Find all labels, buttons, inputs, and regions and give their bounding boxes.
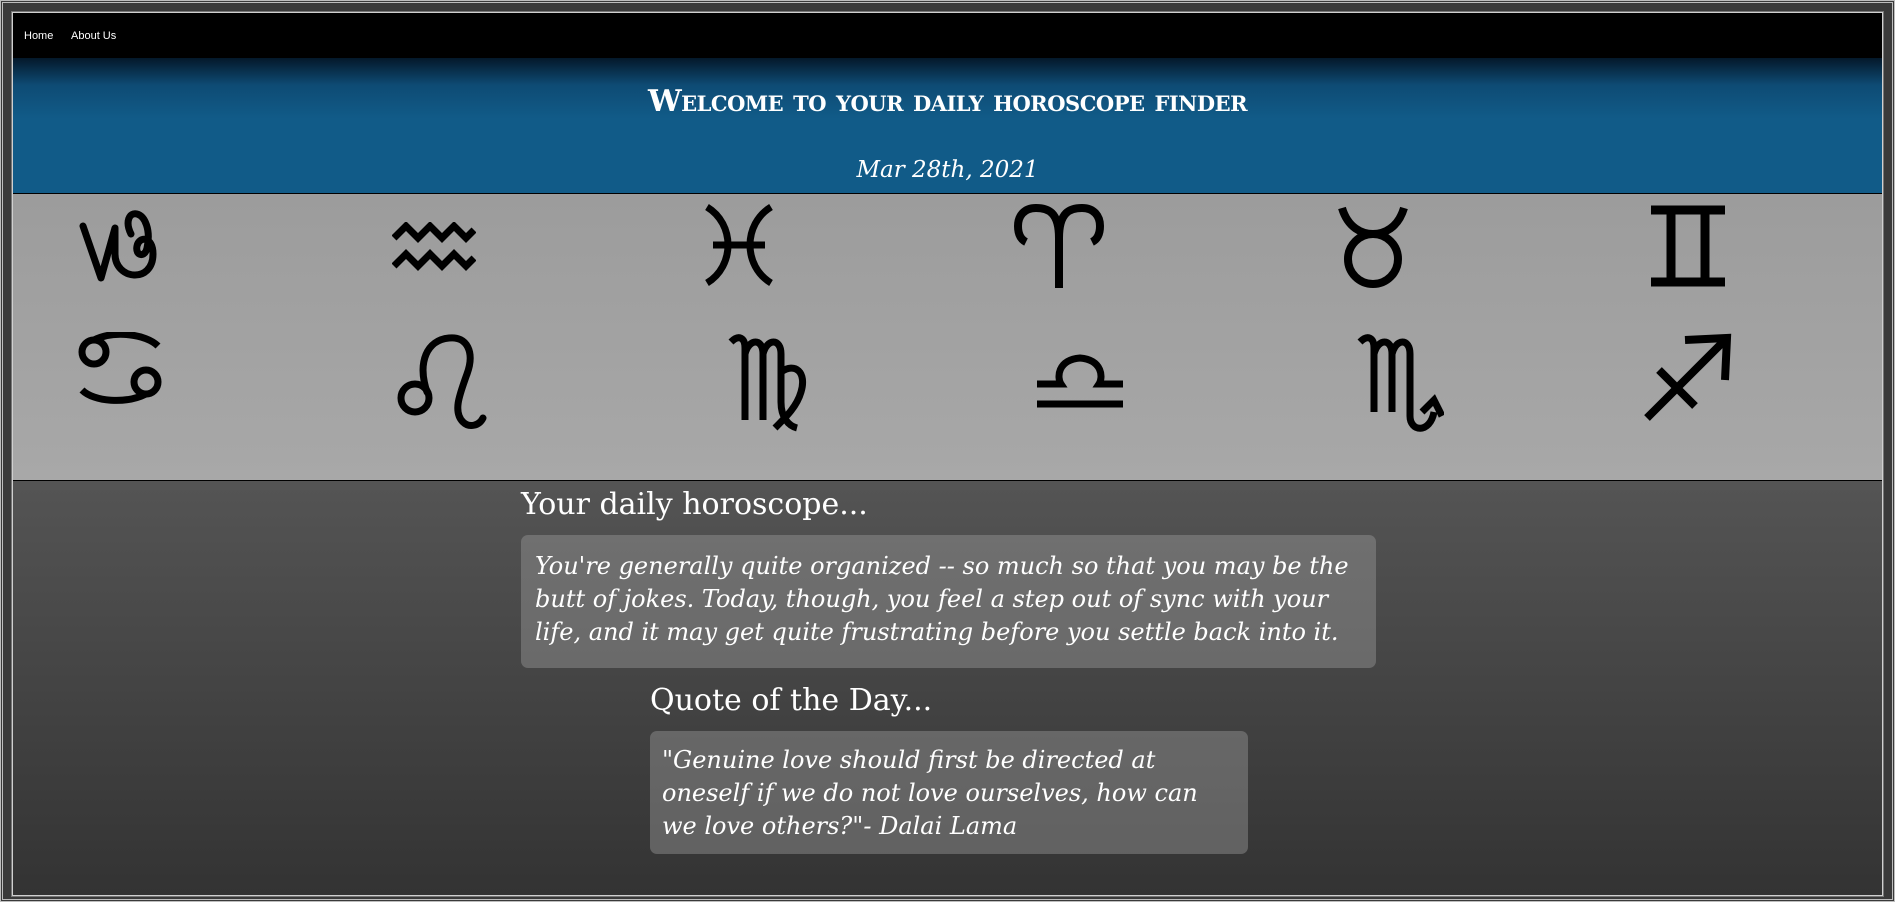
aquarius-icon[interactable]: [392, 222, 476, 274]
libra-icon[interactable]: [1037, 352, 1123, 408]
zodiac-sign-grid: [13, 194, 1882, 481]
leo-icon[interactable]: [397, 332, 489, 432]
page-title: Welcome to your daily horoscope finder: [647, 84, 1248, 119]
taurus-icon[interactable]: [1338, 204, 1408, 290]
horoscope-card: You're generally quite organized -- so m…: [521, 535, 1376, 668]
nav-about-us-link[interactable]: About Us: [71, 30, 116, 42]
page-container: Home About Us Welcome to your daily horo…: [11, 11, 1884, 897]
cancer-icon[interactable]: [76, 332, 164, 404]
page-frame: Home About Us Welcome to your daily horo…: [0, 0, 1895, 902]
page-header: Welcome to your daily horoscope finder M…: [13, 58, 1882, 194]
virgo-icon[interactable]: [725, 332, 809, 432]
sagittarius-icon[interactable]: [1643, 332, 1733, 422]
capricorn-icon[interactable]: [79, 210, 161, 284]
quote-text: "Genuine love should first be directed a…: [662, 746, 1198, 840]
horoscope-text: You're generally quite organized -- so m…: [535, 552, 1349, 646]
current-date: Mar 28th, 2021: [856, 157, 1039, 183]
nav-home-link[interactable]: Home: [24, 30, 53, 42]
horoscope-heading: Your daily horoscope...: [521, 487, 868, 522]
quote-heading: Quote of the Day...: [650, 683, 933, 718]
gemini-icon[interactable]: [1647, 204, 1729, 288]
scorpio-icon[interactable]: [1356, 332, 1444, 436]
aries-icon[interactable]: [1014, 204, 1104, 288]
navbar: Home About Us: [13, 13, 1882, 58]
quote-card: "Genuine love should first be directed a…: [650, 731, 1248, 854]
pisces-icon[interactable]: [701, 204, 777, 286]
